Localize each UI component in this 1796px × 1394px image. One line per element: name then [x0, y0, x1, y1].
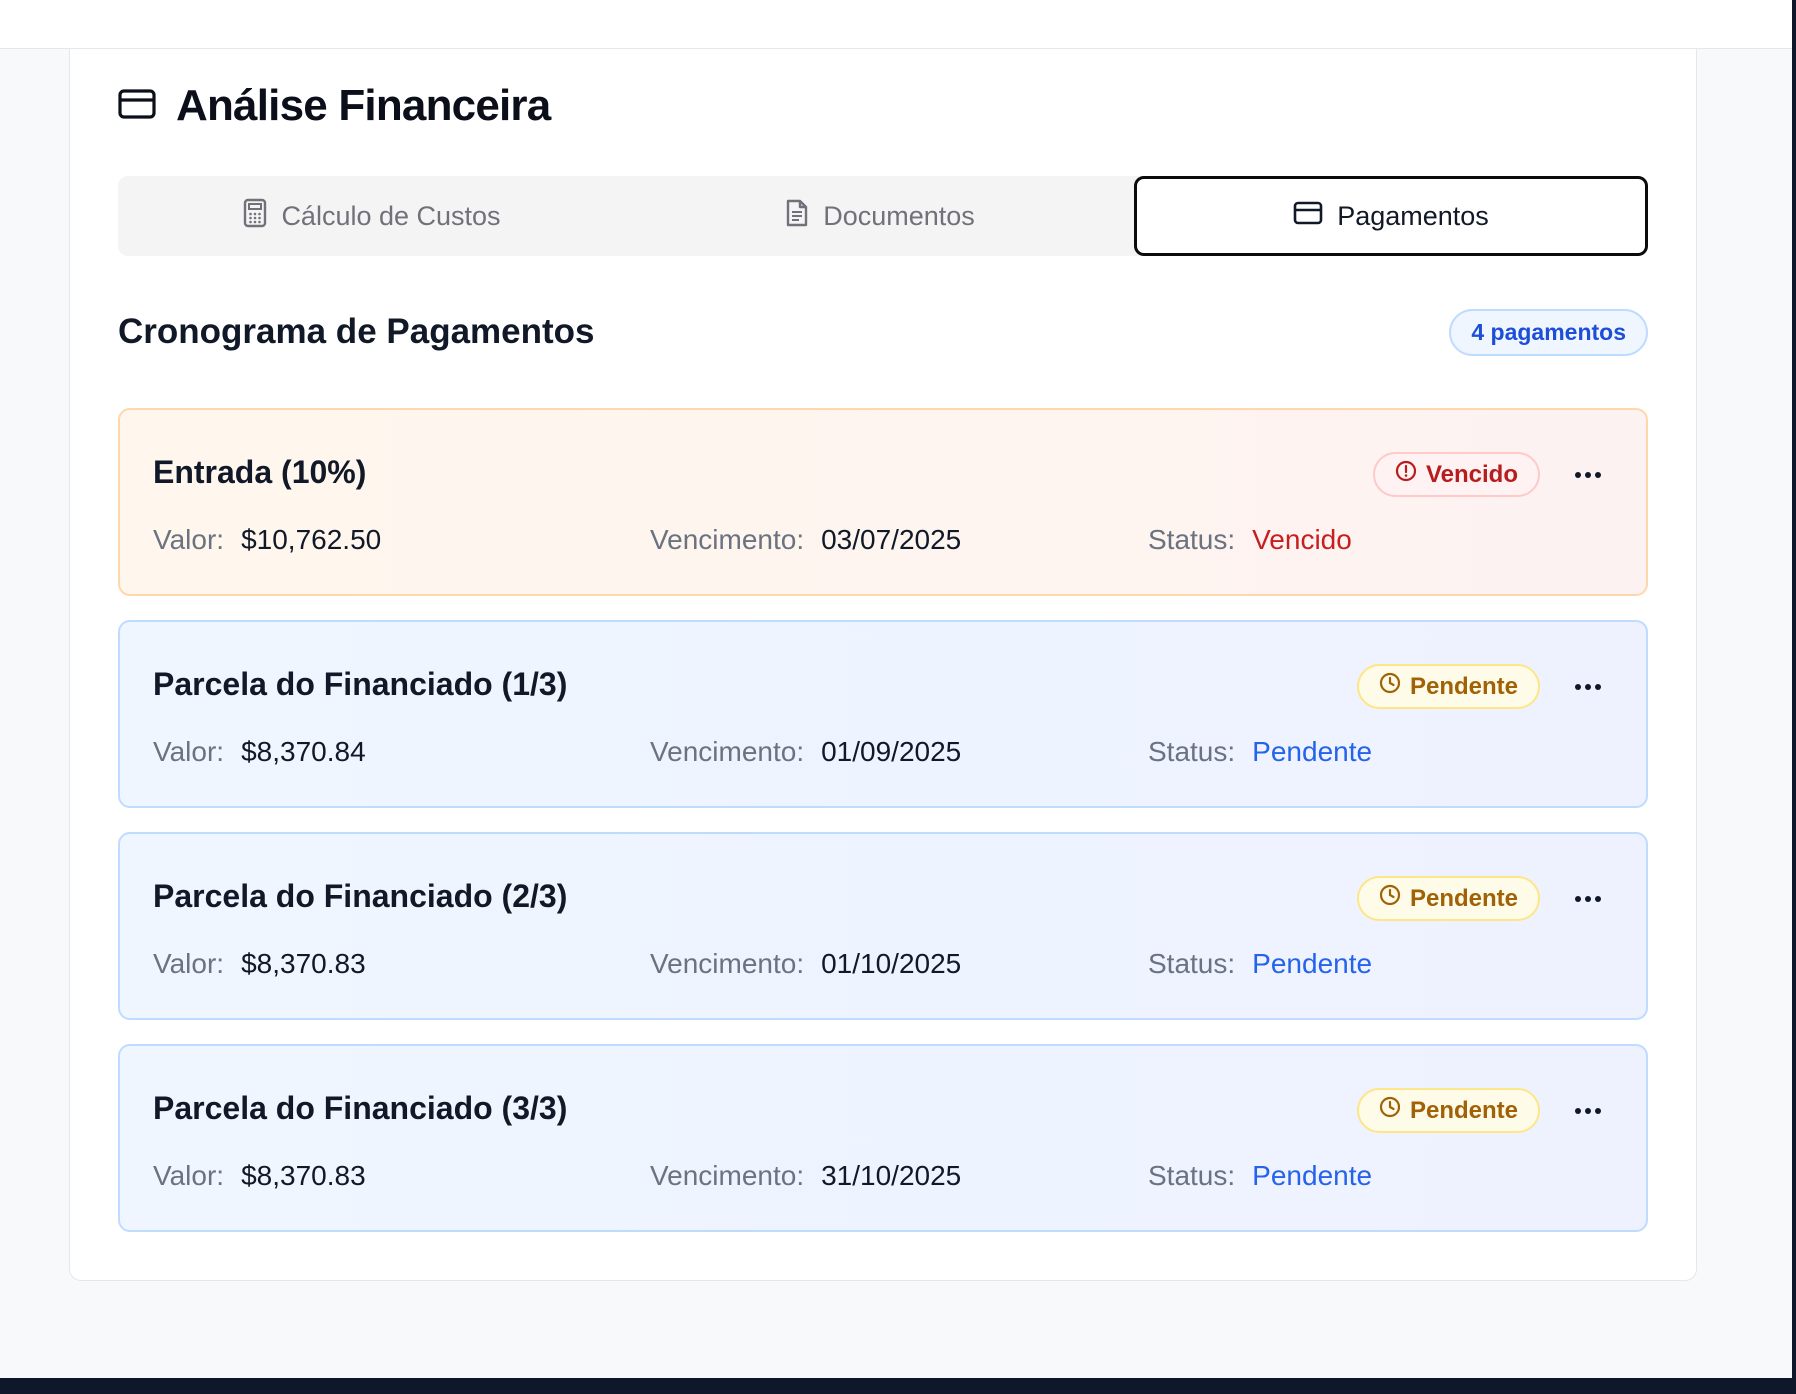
payment-details: Valor: $8,370.83 Vencimento: 01/10/2025 …	[153, 948, 1613, 988]
tab-payments[interactable]: Pagamentos	[1134, 176, 1648, 256]
top-bar	[0, 0, 1796, 49]
more-options-button[interactable]	[1570, 881, 1606, 917]
amount-label: Valor:	[153, 524, 225, 555]
status-field: Status: Pendente	[1148, 736, 1372, 768]
amount-label: Valor:	[153, 1160, 225, 1191]
status-label: Status:	[1148, 948, 1236, 979]
payment-title: Parcela do Financiado (3/3)	[153, 1090, 568, 1126]
tab-cost-calculation[interactable]: Cálculo de Custos	[118, 176, 626, 256]
tab-bar: Cálculo de Custos Documentos Pagamentos	[118, 176, 1648, 256]
payment-details: Valor: $8,370.84 Vencimento: 01/09/2025 …	[153, 736, 1613, 776]
status-badge-label: Vencido	[1425, 460, 1518, 488]
amount-value: $8,370.83	[241, 1160, 366, 1191]
due-date-label: Vencimento:	[650, 948, 805, 979]
payment-card: Entrada (10%) Vencido Valor: $10,762.50 …	[118, 408, 1648, 596]
amount-label: Valor:	[153, 948, 225, 979]
status-field: Status: Pendente	[1148, 1160, 1372, 1192]
more-horizontal-icon	[1575, 683, 1601, 690]
payment-details: Valor: $8,370.83 Vencimento: 31/10/2025 …	[153, 1160, 1613, 1200]
due-date-value: 01/09/2025	[821, 736, 962, 767]
tab-label: Cálculo de Custos	[281, 200, 501, 231]
file-text-icon	[785, 198, 809, 235]
calculator-icon	[243, 198, 267, 235]
more-horizontal-icon	[1575, 1107, 1601, 1114]
payment-schedule-header: Cronograma de Pagamentos 4 pagamentos	[118, 306, 1648, 358]
more-options-button[interactable]	[1570, 669, 1606, 705]
due-date-label: Vencimento:	[650, 736, 805, 767]
status-label: Status:	[1148, 1160, 1236, 1191]
payment-card: Parcela do Financiado (1/3) Pendente Val…	[118, 620, 1648, 808]
due-date-value: 03/07/2025	[821, 524, 962, 555]
payment-title: Parcela do Financiado (2/3)	[153, 878, 568, 914]
alert-circle-icon	[1395, 460, 1417, 489]
tab-label: Pagamentos	[1337, 200, 1489, 231]
due-date-field: Vencimento: 01/09/2025	[650, 736, 961, 768]
amount-value: $8,370.84	[241, 736, 366, 767]
amount-value: $10,762.50	[241, 524, 382, 555]
more-options-button[interactable]	[1570, 457, 1606, 493]
payment-card: Parcela do Financiado (2/3) Pendente Val…	[118, 832, 1648, 1020]
status-value: Pendente	[1252, 948, 1373, 979]
status-field: Status: Pendente	[1148, 948, 1372, 980]
payment-list: Entrada (10%) Vencido Valor: $10,762.50 …	[118, 408, 1648, 1256]
status-badge-label: Pendente	[1409, 884, 1518, 912]
clock-icon	[1379, 884, 1401, 913]
due-date-field: Vencimento: 01/10/2025	[650, 948, 961, 980]
credit-card-icon	[118, 88, 156, 124]
payments-count-badge: 4 pagamentos	[1449, 308, 1648, 356]
payment-actions: Pendente	[1356, 664, 1606, 709]
window-edge	[1792, 0, 1796, 1394]
payment-details: Valor: $10,762.50 Vencimento: 03/07/2025…	[153, 524, 1613, 564]
page-title-text: Análise Financeira	[176, 81, 551, 130]
status-badge: Pendente	[1356, 876, 1540, 921]
amount-field: Valor: $8,370.84	[153, 736, 366, 768]
due-date-field: Vencimento: 03/07/2025	[650, 524, 961, 556]
credit-card-icon	[1293, 201, 1323, 232]
status-label: Status:	[1148, 736, 1236, 767]
bottom-bar	[0, 1378, 1796, 1394]
section-title: Cronograma de Pagamentos	[118, 312, 595, 351]
payment-actions: Pendente	[1356, 876, 1606, 921]
status-badge: Pendente	[1356, 664, 1540, 709]
payment-actions: Pendente	[1356, 1088, 1606, 1133]
due-date-value: 01/10/2025	[821, 948, 962, 979]
more-options-button[interactable]	[1570, 1093, 1606, 1129]
payment-title: Entrada (10%)	[153, 454, 367, 490]
tab-label: Documentos	[823, 200, 975, 231]
status-value: Pendente	[1252, 1160, 1373, 1191]
amount-field: Valor: $8,370.83	[153, 1160, 366, 1192]
status-field: Status: Vencido	[1148, 524, 1352, 556]
status-badge: Vencido	[1372, 452, 1540, 497]
due-date-label: Vencimento:	[650, 524, 805, 555]
due-date-label: Vencimento:	[650, 1160, 805, 1191]
clock-icon	[1379, 672, 1401, 701]
amount-label: Valor:	[153, 736, 225, 767]
tab-documents[interactable]: Documentos	[626, 176, 1134, 256]
status-label: Status:	[1148, 524, 1236, 555]
more-horizontal-icon	[1575, 895, 1601, 902]
page-title: Análise Financeira	[118, 78, 551, 134]
amount-value: $8,370.83	[241, 948, 366, 979]
due-date-value: 31/10/2025	[821, 1160, 962, 1191]
more-horizontal-icon	[1575, 471, 1601, 478]
due-date-field: Vencimento: 31/10/2025	[650, 1160, 961, 1192]
payment-title: Parcela do Financiado (1/3)	[153, 666, 568, 702]
amount-field: Valor: $8,370.83	[153, 948, 366, 980]
payment-card: Parcela do Financiado (3/3) Pendente Val…	[118, 1044, 1648, 1232]
status-value: Vencido	[1252, 524, 1352, 555]
status-value: Pendente	[1252, 736, 1373, 767]
status-badge-label: Pendente	[1409, 1096, 1518, 1124]
clock-icon	[1379, 1096, 1401, 1125]
status-badge: Pendente	[1356, 1088, 1540, 1133]
status-badge-label: Pendente	[1409, 672, 1518, 700]
amount-field: Valor: $10,762.50	[153, 524, 381, 556]
payment-actions: Vencido	[1372, 452, 1606, 497]
